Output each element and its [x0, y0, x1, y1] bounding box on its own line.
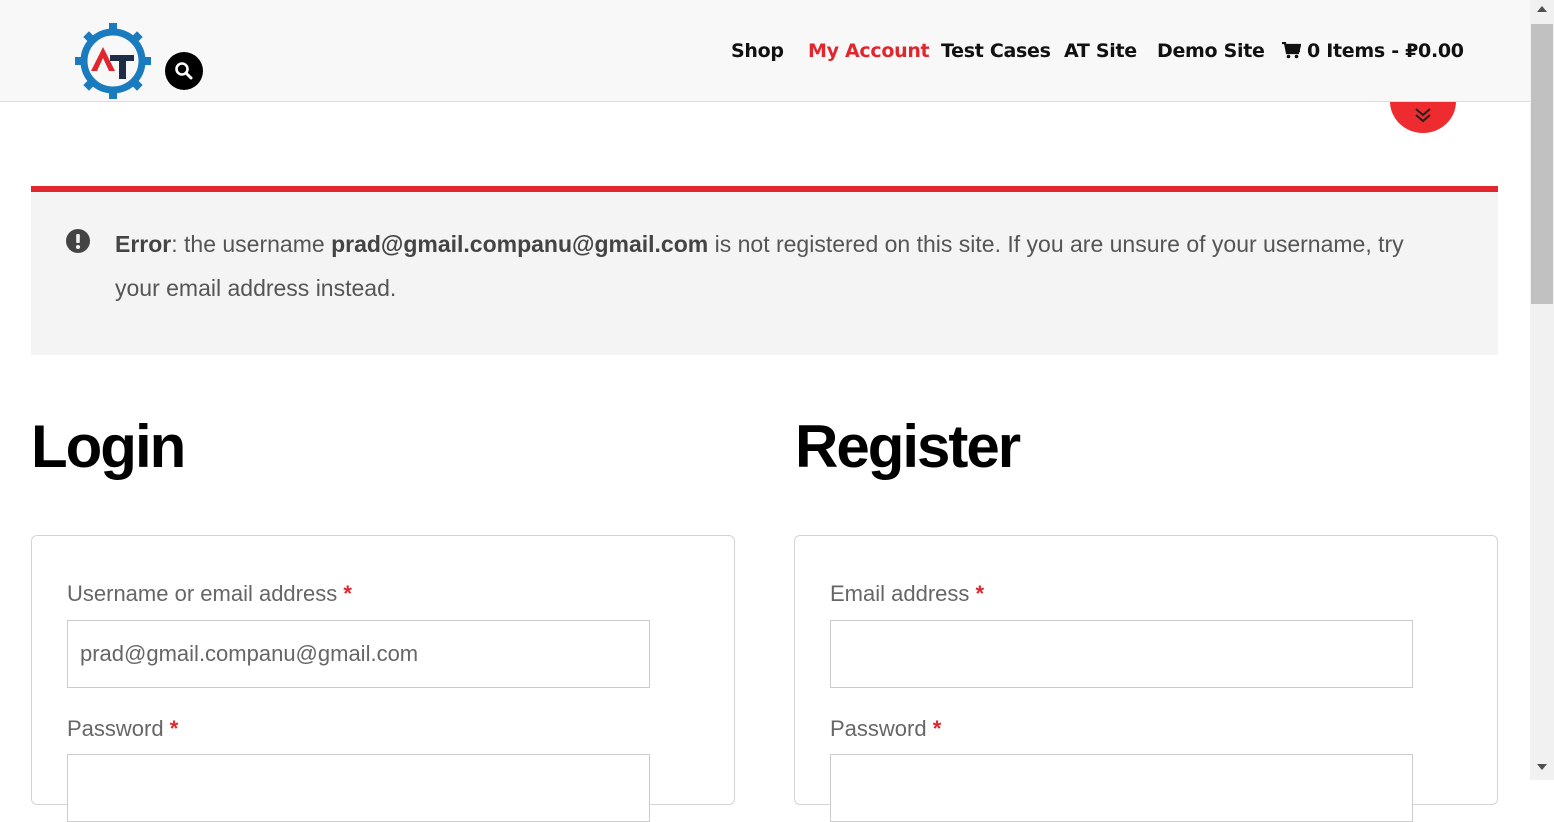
- nav-my-account[interactable]: My Account: [808, 40, 930, 62]
- error-notice: Error: the username prad@gmail.companu@g…: [31, 186, 1498, 355]
- register-password-input[interactable]: [830, 754, 1413, 822]
- required-mark: *: [169, 716, 179, 741]
- username-label-text: Username or email address: [67, 581, 338, 606]
- password-label: Password *: [67, 716, 178, 742]
- page-scrollbar[interactable]: [1530, 0, 1554, 780]
- site-header: Shop My Account Test Cases AT Site Demo …: [0, 0, 1530, 102]
- register-password-label: Password *: [830, 716, 941, 742]
- username-input[interactable]: [67, 620, 650, 688]
- email-label-text: Email address: [830, 581, 970, 606]
- error-username: prad@gmail.companu@gmail.com: [331, 231, 709, 257]
- exclamation-circle-icon: [66, 229, 90, 253]
- main-nav: Shop My Account Test Cases AT Site Demo …: [0, 40, 1530, 68]
- password-input[interactable]: [67, 754, 650, 822]
- password-label-text: Password: [67, 716, 164, 741]
- register-password-label-text: Password: [830, 716, 927, 741]
- nav-shop[interactable]: Shop: [731, 40, 784, 62]
- nav-cart[interactable]: 0 Items - ₽0.00: [1282, 40, 1464, 62]
- required-mark: *: [975, 581, 985, 606]
- login-title: Login: [31, 413, 186, 480]
- login-form: Username or email address * Password *: [31, 535, 735, 822]
- username-label: Username or email address *: [67, 581, 352, 607]
- email-input[interactable]: [830, 620, 1413, 688]
- nav-test-cases[interactable]: Test Cases: [941, 40, 1051, 62]
- scroll-down-arrow-icon[interactable]: [1537, 764, 1547, 770]
- error-sep: : the username: [171, 231, 332, 257]
- register-title: Register: [795, 413, 1021, 480]
- email-label: Email address *: [830, 581, 984, 607]
- double-chevron-down-icon: [1415, 108, 1431, 123]
- cart-total: ₽0.00: [1405, 40, 1464, 62]
- scrollbar-thumb[interactable]: [1531, 24, 1553, 304]
- required-mark: *: [932, 716, 942, 741]
- error-prefix: Error: [115, 231, 172, 257]
- cart-icon: [1282, 42, 1301, 59]
- nav-at-site[interactable]: AT Site: [1064, 40, 1137, 62]
- register-form: Email address * Password *: [794, 535, 1498, 822]
- error-message: Error: the username prad@gmail.companu@g…: [115, 222, 1405, 310]
- nav-demo-site[interactable]: Demo Site: [1157, 40, 1265, 62]
- required-mark: *: [343, 581, 352, 606]
- scroll-up-arrow-icon[interactable]: [1537, 6, 1547, 12]
- cart-label: 0 Items -: [1307, 40, 1406, 62]
